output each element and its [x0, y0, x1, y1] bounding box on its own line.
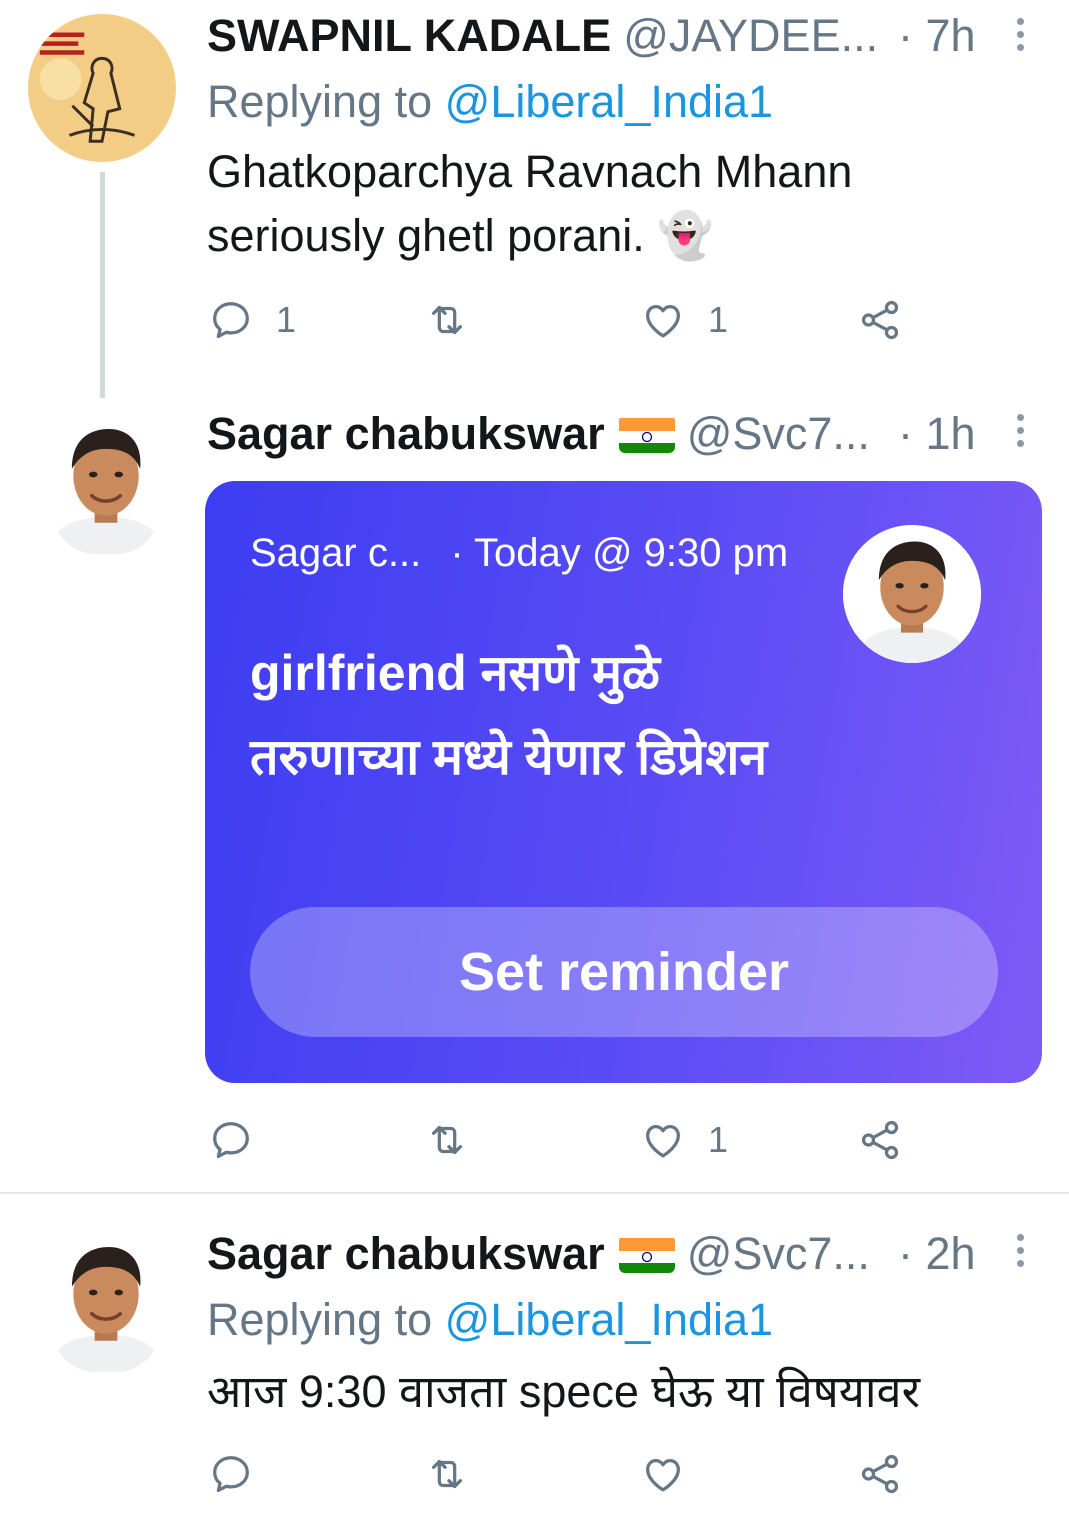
like-button[interactable]: [640, 1444, 708, 1504]
like-count: 1: [708, 299, 729, 340]
user-handle[interactable]: @Svc7...: [687, 408, 870, 460]
replying-to-link[interactable]: @Liberal_India1: [445, 1294, 773, 1345]
space-host-avatar: [843, 525, 981, 663]
reply-icon: [208, 297, 254, 343]
space-title: girlfriend नसणे मुळे तरुणाच्या मध्ये येण…: [250, 645, 768, 785]
reply-button[interactable]: [208, 1110, 276, 1170]
replying-to-label: Replying to: [207, 1294, 445, 1345]
more-icon[interactable]: [1015, 414, 1025, 454]
tweet-actions: [0, 1444, 1069, 1504]
retweet-icon: [424, 1451, 470, 1497]
space-host: Sagar c...: [250, 531, 422, 575]
more-icon[interactable]: [1015, 18, 1025, 58]
reply-button[interactable]: [208, 1444, 276, 1504]
space-card[interactable]: Sagar c... · Today @ 9:30 pm girlfriend …: [205, 481, 1042, 1083]
reply-icon: [208, 1117, 254, 1163]
share-button[interactable]: [857, 290, 903, 350]
display-name[interactable]: Sagar chabukswar: [207, 1228, 605, 1280]
like-icon: [640, 1117, 686, 1163]
avatar[interactable]: [48, 1230, 164, 1372]
share-button[interactable]: [857, 1110, 903, 1170]
share-icon: [857, 1451, 903, 1497]
user-handle[interactable]: @JAYDEE...: [623, 10, 878, 62]
avatar[interactable]: [28, 14, 176, 162]
retweet-icon: [424, 1117, 470, 1163]
user-handle[interactable]: @Svc7...: [687, 1228, 870, 1280]
retweet-button[interactable]: [424, 290, 492, 350]
display-name[interactable]: SWAPNIL KADALE: [207, 10, 611, 62]
space-schedule: · Today @ 9:30 pm: [450, 531, 789, 575]
share-button[interactable]: [857, 1444, 903, 1504]
retweet-button[interactable]: [424, 1110, 492, 1170]
tweet-text: Ghatkoparchya Ravnach Mhann seriously gh…: [207, 146, 853, 261]
india-flag-icon: [618, 1235, 675, 1273]
display-name[interactable]: Sagar chabukswar: [207, 408, 605, 460]
timestamp[interactable]: · 1h: [898, 404, 976, 464]
tweet-actions: 1 1: [0, 290, 1069, 350]
like-button[interactable]: 1: [640, 1110, 728, 1170]
timestamp[interactable]: · 2h: [898, 1224, 976, 1284]
replying-to: Replying to @Liberal_India1: [207, 1294, 773, 1346]
timestamp[interactable]: · 7h: [898, 6, 976, 66]
reply-button[interactable]: 1: [208, 290, 296, 350]
tweet-header: SWAPNIL KADALE @JAYDEE...: [207, 6, 878, 66]
tweet-text: आज 9:30 वाजता spece घेऊ या विषयावर: [207, 1366, 920, 1417]
replying-to-label: Replying to: [207, 76, 445, 127]
avatar[interactable]: [48, 412, 164, 554]
space-meta: Sagar c... · Today @ 9:30 pm: [250, 531, 788, 576]
reply-count: 1: [276, 299, 297, 340]
share-icon: [857, 297, 903, 343]
retweet-icon: [424, 297, 470, 343]
tweet-3[interactable]: Sagar chabukswar @Svc7... · 2h Replying …: [0, 1194, 1069, 1534]
retweet-button[interactable]: [424, 1444, 492, 1504]
reply-icon: [208, 1451, 254, 1497]
tweet-actions: 1: [0, 1110, 1069, 1170]
tweet-header: Sagar chabukswar @Svc7...: [207, 404, 870, 464]
like-count: 1: [708, 1119, 729, 1160]
replying-to: Replying to @Liberal_India1: [207, 76, 773, 128]
replying-to-link[interactable]: @Liberal_India1: [445, 76, 773, 127]
thread-connector: [100, 172, 105, 398]
tweet-1[interactable]: SWAPNIL KADALE @JAYDEE... · 7h Replying …: [0, 0, 1069, 400]
india-flag-icon: [618, 415, 675, 453]
like-icon: [640, 297, 686, 343]
more-icon[interactable]: [1015, 1234, 1025, 1274]
like-button[interactable]: 1: [640, 290, 728, 350]
set-reminder-button[interactable]: Set reminder: [250, 907, 998, 1037]
share-icon: [857, 1117, 903, 1163]
like-icon: [640, 1451, 686, 1497]
tweet-header: Sagar chabukswar @Svc7...: [207, 1224, 870, 1284]
